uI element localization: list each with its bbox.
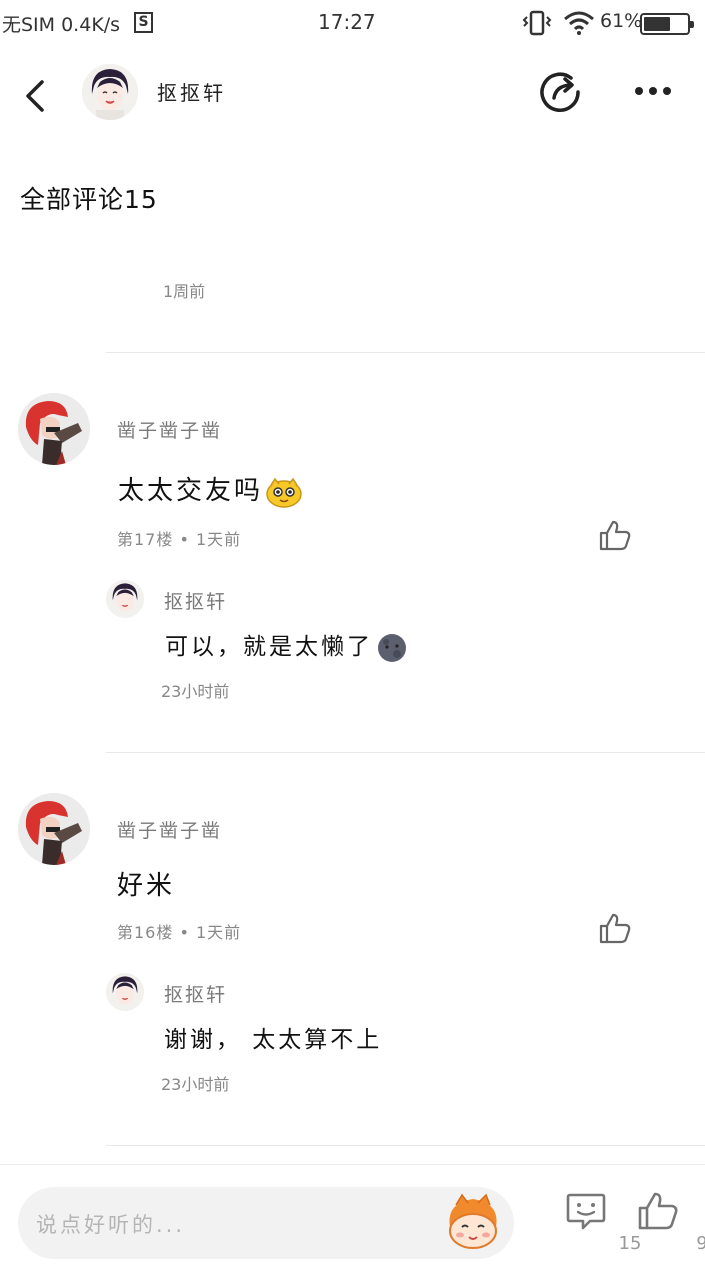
replier-name[interactable]: 抠抠轩 <box>164 980 227 1007</box>
moon-face-emoji-icon <box>378 633 406 662</box>
all-comments-title: 全部评论15 <box>20 185 158 214</box>
replier-avatar[interactable] <box>106 973 144 1011</box>
comment-floor-time: 第17楼 • 1天前 <box>117 530 242 549</box>
chat-bubble-icon <box>566 1193 606 1230</box>
dot-icon <box>649 87 657 95</box>
anime-avatar-icon <box>106 580 144 618</box>
comment-input-placeholder: 说点好听的... <box>36 1213 186 1237</box>
anime-avatar-icon <box>106 973 144 1011</box>
red-hair-character-avatar-icon <box>18 393 90 465</box>
comments-button[interactable]: 15 <box>564 1191 641 1263</box>
battery-level <box>644 17 670 31</box>
previous-reply-time: 1周前 <box>163 282 206 301</box>
wifi-icon <box>564 11 594 35</box>
vibrate-icon <box>522 10 552 36</box>
divider <box>106 352 705 353</box>
carrier-speed: 无SIM 0.4K/s <box>2 14 121 36</box>
mascot-emoji-button-icon[interactable] <box>442 1193 504 1253</box>
thumbs-up-icon[interactable] <box>598 519 632 551</box>
like-count: 9 <box>696 1233 705 1254</box>
comment-floor-time: 第16楼 • 1天前 <box>117 923 242 942</box>
reply-body: 可以，就是太懒了 <box>165 634 373 660</box>
divider <box>106 752 705 753</box>
author-avatar[interactable] <box>82 64 138 120</box>
sim-icon: S <box>134 12 153 33</box>
divider <box>106 1145 705 1146</box>
clock: 17:27 <box>318 10 376 34</box>
battery-percent: 61% <box>600 10 643 32</box>
author-name[interactable]: 抠抠轩 <box>157 77 226 106</box>
thumbs-up-icon[interactable] <box>598 912 632 944</box>
red-hair-character-avatar-icon <box>18 793 90 865</box>
reply-text: 可以，就是太懒了 <box>165 627 407 663</box>
bottom-action-bar: 说点好听的... 15 9 <box>0 1164 705 1279</box>
thumbs-up-icon <box>638 1192 678 1230</box>
share-button[interactable] <box>538 70 584 116</box>
comment-input[interactable]: 说点好听的... <box>18 1187 514 1259</box>
reply-time: 23小时前 <box>161 682 230 701</box>
commenter-avatar[interactable] <box>18 393 90 465</box>
status-bar: 无SIM 0.4K/s S 17:27 61% <box>0 0 705 46</box>
comment-text: 好米 <box>117 871 176 901</box>
more-options-button[interactable] <box>632 78 688 104</box>
commenter-avatar[interactable] <box>18 793 90 865</box>
post-header: 抠抠轩 <box>0 50 705 140</box>
replier-name[interactable]: 抠抠轩 <box>164 587 227 614</box>
back-button[interactable] <box>12 72 56 120</box>
comment-text: 太太交友吗 <box>118 470 303 509</box>
comment-body: 太太交友吗 <box>118 476 264 506</box>
replier-avatar[interactable] <box>106 580 144 618</box>
like-post-button[interactable]: 9 <box>636 1191 705 1263</box>
reply-time: 23小时前 <box>161 1075 230 1094</box>
commenter-name[interactable]: 凿子凿子凿 <box>117 416 222 443</box>
battery-icon <box>640 13 694 35</box>
commenter-name[interactable]: 凿子凿子凿 <box>117 816 222 843</box>
dot-icon <box>635 87 643 95</box>
reply-text: 谢谢， 太太算不上 <box>164 1027 383 1053</box>
dot-icon <box>663 87 671 95</box>
yellow-face-emoji-icon <box>266 477 302 508</box>
anime-avatar-icon <box>82 64 138 120</box>
